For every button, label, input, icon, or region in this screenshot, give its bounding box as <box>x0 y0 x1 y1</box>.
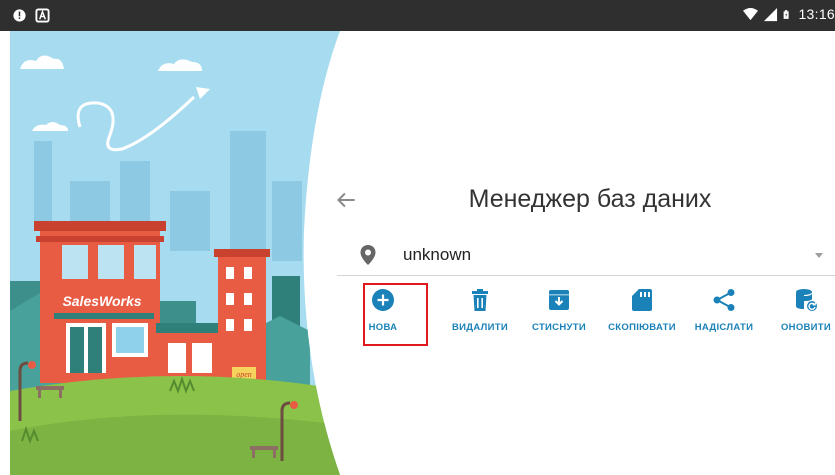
archive-icon <box>549 290 569 310</box>
database-selector-underline <box>337 275 835 276</box>
delete-database-button[interactable]: ВИДАЛИТИ <box>445 284 515 340</box>
arrow-back-icon[interactable] <box>333 187 359 213</box>
trash-icon <box>472 289 488 311</box>
status-bar-right: 13:16 <box>743 6 835 22</box>
signal-icon <box>764 7 778 21</box>
status-bar-left <box>12 8 50 23</box>
refresh-database-label: ОНОВИТИ <box>780 322 832 333</box>
battery-icon <box>784 9 790 19</box>
database-refresh-icon <box>796 289 818 312</box>
compress-database-label: СТИСНУТИ <box>532 322 586 333</box>
dropdown-caret-icon[interactable] <box>815 253 823 258</box>
share-icon <box>713 289 735 311</box>
copy-database-button[interactable]: СКОПІЮВАТИ <box>602 284 682 340</box>
send-database-button[interactable]: НАДІСЛАТИ <box>687 284 761 340</box>
city-illustration-graphic: SalesWorks open <box>10 31 340 475</box>
page-title: Менеджер баз даних <box>468 185 712 213</box>
database-selector[interactable]: unknown <box>337 236 835 276</box>
location-pin-icon <box>360 245 376 265</box>
database-selector-value: unknown <box>403 245 472 264</box>
open-sign: open <box>236 370 252 379</box>
compress-database-button[interactable]: СТИСНУТИ <box>524 284 594 340</box>
refresh-database-button[interactable]: ОНОВИТИ <box>777 284 835 340</box>
wifi-icon <box>743 7 759 20</box>
sd-card-icon <box>632 289 652 311</box>
copy-database-label: СКОПІЮВАТИ <box>608 322 676 333</box>
store-sign: SalesWorks <box>62 293 141 309</box>
send-database-label: НАДІСЛАТИ <box>694 322 754 333</box>
screen: 13:16 SalesWorks open Менеджер баз даних… <box>0 0 835 475</box>
a-icon <box>35 8 50 23</box>
highlight-box <box>363 283 428 346</box>
delete-database-label: ВИДАЛИТИ <box>452 322 508 333</box>
status-bar-time: 13:16 <box>798 6 835 22</box>
database-manager-panel: Менеджер баз даних unknown НОВА ВИДАЛИТИ… <box>325 31 835 475</box>
status-bar: 13:16 <box>0 0 835 31</box>
city-illustration: SalesWorks open <box>10 31 350 475</box>
alert-icon <box>13 9 26 22</box>
